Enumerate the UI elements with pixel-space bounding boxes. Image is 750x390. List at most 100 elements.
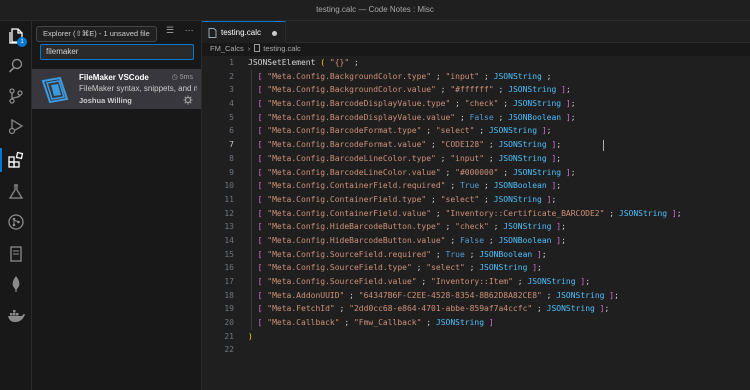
code-token: [ <box>257 263 268 273</box>
explorer-icon[interactable]: 1 <box>7 27 27 47</box>
line-number: 6 <box>229 126 234 136</box>
docker-icon[interactable] <box>7 307 25 325</box>
window-title: testing.calc — Code Notes : Misc <box>316 5 434 14</box>
code-token: "Meta.Config.BarcodeFormat.value" <box>267 140 427 150</box>
code-token: "Meta.FetchId" <box>267 304 335 314</box>
code-token: "Meta.Config.BarcodeDisplayValue.type" <box>267 99 451 109</box>
code-line: [ "Meta.Config.ContainerField.required" … <box>248 179 682 193</box>
line-number: 10 <box>224 181 234 191</box>
extension-list-item[interactable]: FileMaker VSCode ◷ 5ms FileMaker syntax,… <box>32 69 201 109</box>
text-cursor <box>603 140 604 151</box>
code-token: ; <box>493 112 509 122</box>
code-token: "check" <box>464 99 499 109</box>
code-token: ; <box>614 290 619 300</box>
line-number: 15 <box>224 249 234 259</box>
code-content[interactable]: JSONSetElement ( "{}" ; [ "Meta.Config.B… <box>248 56 682 357</box>
line-number: 19 <box>224 304 234 314</box>
code-token: "Meta.Config.HideBarcodeButton.value" <box>267 235 446 245</box>
code-token: ] <box>551 222 562 232</box>
code-token: "Meta.AddonUUID" <box>267 290 345 300</box>
git-graph-icon[interactable] <box>7 213 25 231</box>
code-token: JSONString <box>493 194 542 204</box>
line-number: 21 <box>224 331 234 341</box>
code-line: [ "Meta.FetchId" ; "2dd0cc68-e864-4701-a… <box>248 302 682 316</box>
code-token: JSONBoolean <box>508 112 562 122</box>
mongodb-icon[interactable] <box>7 275 25 293</box>
more-actions-icon[interactable]: ⋯ <box>185 25 194 35</box>
code-line: [ "Meta.Config.SourceField.required" ; T… <box>248 248 682 262</box>
code-token: ; <box>445 181 460 191</box>
testing-icon[interactable] <box>7 183 25 201</box>
breadcrumb-file[interactable]: testing.calc <box>263 44 301 53</box>
extensions-icon[interactable] <box>0 148 25 172</box>
code-token: ; <box>556 181 562 191</box>
code-token: ] <box>532 249 542 259</box>
run-debug-icon[interactable] <box>7 117 25 135</box>
unsaved-badge: 1 <box>17 37 27 47</box>
notebook-icon[interactable] <box>7 245 25 263</box>
code-token: "Meta.Config.BarcodeDisplayValue.value" <box>267 112 456 122</box>
code-token: ; <box>604 304 610 314</box>
code-token: "input" <box>450 153 485 163</box>
code-line: [ "Meta.Config.BackgroundColor.type" ; "… <box>248 70 682 84</box>
chevron-right-icon: › <box>247 44 251 53</box>
line-number: 22 <box>224 345 234 355</box>
code-token: ; <box>416 277 432 286</box>
code-token: False <box>469 112 494 122</box>
code-token: "CODE128" <box>440 140 485 150</box>
extension-search-input[interactable]: filemaker <box>40 44 194 60</box>
line-number: 11 <box>224 194 234 204</box>
line-number: 7 <box>229 140 234 150</box>
code-token: [ <box>257 71 268 81</box>
code-token: ; <box>474 126 489 136</box>
code-token: [ <box>257 167 268 177</box>
code-token: JSONString <box>546 304 595 314</box>
code-token: ; <box>541 249 547 259</box>
search-icon[interactable] <box>7 57 25 75</box>
code-token: ] <box>546 140 557 150</box>
code-token: "select" <box>426 263 465 273</box>
code-token: ; <box>455 112 470 122</box>
code-token: "Meta.Config.BackgroundColor.type" <box>267 71 432 81</box>
code-token: JSONBoolean <box>479 249 533 259</box>
unsaved-dot-icon[interactable] <box>272 31 277 36</box>
gear-icon[interactable] <box>183 95 193 105</box>
code-line: [ "Meta.Config.BarcodeLineColor.type" ; … <box>248 152 682 166</box>
code-token: "Meta.Config.HideBarcodeButton.type" <box>267 222 441 232</box>
code-token: ; <box>484 235 499 245</box>
line-number: 2 <box>229 71 234 81</box>
code-token: ; <box>431 249 446 259</box>
code-token: "Meta.Callback" <box>267 318 340 328</box>
code-editor[interactable]: 1 2 3 4 5 6 7 8 9 10 11 12 13 14 15 16 17 18 19 20 21 22 JSON… <box>202 56 750 390</box>
code-token: ; <box>334 304 350 314</box>
activity-bar: 1 <box>0 21 32 390</box>
code-token: ] <box>551 235 562 245</box>
code-token: [ <box>257 194 268 204</box>
code-token: "input" <box>445 71 480 81</box>
code-line: ) <box>248 330 682 344</box>
source-control-icon[interactable] <box>7 87 25 105</box>
code-token: [ <box>257 222 268 232</box>
tab-testing-calc[interactable]: testing.calc <box>202 21 286 43</box>
code-token: JSONSetElement <box>248 58 321 67</box>
code-token: ; <box>561 235 566 245</box>
code-token: ; <box>450 99 465 109</box>
code-token: "#ffffff" <box>450 85 494 95</box>
code-token: ; <box>339 318 354 328</box>
clock-icon: ◷ <box>171 74 180 81</box>
code-token: ; <box>512 277 528 286</box>
code-token: ] <box>561 167 571 177</box>
filter-icon[interactable]: ☰ <box>166 25 174 35</box>
code-token: ; <box>445 235 460 245</box>
title-bar: testing.calc — Code Notes : Misc <box>0 0 750 21</box>
breadcrumb-folder[interactable]: FM_Calcs <box>210 44 244 53</box>
code-token: ] <box>667 208 677 218</box>
code-token: ; <box>435 153 451 163</box>
